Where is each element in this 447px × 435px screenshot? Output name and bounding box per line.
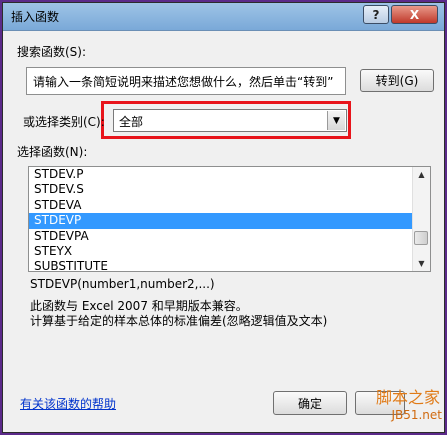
title-bar[interactable]: 插入函数 ? X bbox=[3, 3, 444, 31]
function-description-2: 计算基于给定的样本总体的标准偏差(忽略逻辑值及文本) bbox=[30, 314, 328, 328]
scroll-down-icon[interactable]: ▼ bbox=[413, 256, 430, 271]
help-link[interactable]: 有关该函数的帮助 bbox=[20, 395, 116, 412]
function-list-item[interactable]: STDEVP bbox=[29, 213, 413, 229]
close-icon: X bbox=[409, 7, 420, 22]
function-list-item[interactable]: STEYX bbox=[29, 244, 413, 259]
category-label: 或选择类别(C): bbox=[23, 115, 105, 129]
function-list-items: STDEV.P STDEV.S STDEVA STDEVP STDEVPA STEYX SU… bbox=[29, 167, 413, 271]
vertical-scrollbar[interactable]: ▲ ▼ bbox=[412, 167, 430, 271]
help-button[interactable]: ? bbox=[363, 5, 389, 24]
scroll-up-icon[interactable]: ▲ bbox=[413, 167, 430, 182]
function-list-item[interactable]: SUBSTITUTE bbox=[29, 259, 413, 271]
function-list-item[interactable]: STDEVPA bbox=[29, 229, 413, 244]
function-signature: STDEVP(number1,number2,...) bbox=[30, 277, 215, 291]
function-list-item[interactable]: STDEVA bbox=[29, 198, 413, 213]
go-button[interactable]: 转到(G) bbox=[360, 69, 434, 92]
close-button[interactable]: X bbox=[391, 5, 438, 24]
insert-function-dialog: 插入函数 ? X 搜索函数(S): 请输入一条简短说明来描述您想做什么，然后单击… bbox=[2, 2, 445, 433]
search-label: 搜索函数(S): bbox=[17, 45, 87, 59]
function-list-item[interactable]: STDEV.P bbox=[29, 167, 413, 182]
dialog-title: 插入函数 bbox=[11, 10, 60, 24]
watermark-url: JB51.net bbox=[391, 408, 442, 422]
scroll-thumb[interactable] bbox=[414, 231, 428, 245]
ok-button[interactable]: 确定 bbox=[273, 391, 347, 415]
function-list-label: 选择函数(N): bbox=[17, 145, 88, 159]
dropdown-arrow-icon[interactable]: ▼ bbox=[327, 111, 345, 130]
watermark-text: 脚本之家 bbox=[375, 388, 440, 407]
function-list[interactable]: STDEV.P STDEV.S STDEVA STDEVP STDEVPA STEYX SU… bbox=[28, 166, 431, 272]
category-select[interactable]: 全部 ▼ bbox=[113, 109, 347, 132]
function-list-item[interactable]: STDEV.S bbox=[29, 182, 413, 197]
help-icon: ? bbox=[372, 7, 380, 22]
search-input[interactable]: 请输入一条简短说明来描述您想做什么，然后单击“转到” bbox=[26, 67, 346, 95]
category-selected-value: 全部 bbox=[119, 115, 144, 129]
